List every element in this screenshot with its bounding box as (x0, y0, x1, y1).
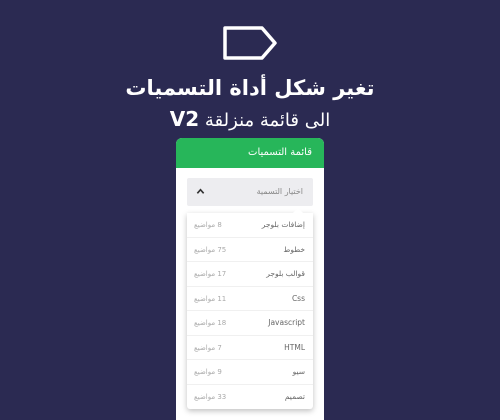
dropdown-option[interactable]: قوالب بلوجر 17 مواضيع (187, 262, 313, 287)
label-tag-icon (223, 26, 277, 60)
dropdown-option[interactable]: Javascript 18 مواضيع (187, 311, 313, 336)
option-count: 33 مواضيع (194, 392, 227, 401)
version-badge: V2 (169, 107, 200, 131)
headline-subtitle: الى قائمة منزلقة V2 (0, 106, 500, 134)
option-count: 75 مواضيع (194, 245, 227, 254)
widget-title: قائمة التسميات (176, 138, 324, 168)
label-select[interactable]: اختيار التسمية (187, 178, 313, 206)
option-name: إضافات بلوجر (261, 220, 305, 229)
option-count: 11 مواضيع (194, 294, 227, 303)
option-name: Css (291, 293, 305, 303)
headline-subtitle-text: الى قائمة منزلقة (204, 110, 331, 131)
option-name: Javascript (268, 318, 305, 327)
select-placeholder: اختيار التسمية (256, 187, 303, 196)
option-name: قوالب بلوجر (266, 269, 305, 278)
option-name: سيو (292, 367, 305, 376)
dropdown-option[interactable]: تصميم 33 مواضيع (187, 385, 313, 410)
dropdown-option[interactable]: سيو 9 مواضيع (187, 360, 313, 385)
option-count: 8 مواضيع (194, 221, 222, 229)
option-count: 18 مواضيع (194, 319, 227, 327)
headline: تغير شكل أداة التسميات الى قائمة منزلقة … (0, 74, 500, 134)
chevron-up-icon[interactable] (196, 187, 205, 196)
dropdown-option[interactable]: خطوط 75 مواضيع (187, 238, 313, 262)
option-name: تصميم (284, 391, 305, 401)
option-count: 17 مواضيع (194, 270, 227, 278)
option-count: 7 مواضيع (194, 343, 222, 352)
dropdown-option[interactable]: إضافات بلوجر 8 مواضيع (187, 213, 313, 238)
option-count: 9 مواضيع (194, 368, 222, 376)
headline-title: تغير شكل أداة التسميات (125, 76, 375, 100)
option-name: HTML (284, 342, 305, 352)
option-name: خطوط (283, 244, 305, 254)
dropdown-option[interactable]: HTML 7 مواضيع (187, 336, 313, 360)
label-dropdown-list: إضافات بلوجر 8 مواضيع خطوط 75 مواضيع قوا… (187, 208, 313, 410)
dropdown-option[interactable]: Css 11 مواضيع (187, 287, 313, 311)
